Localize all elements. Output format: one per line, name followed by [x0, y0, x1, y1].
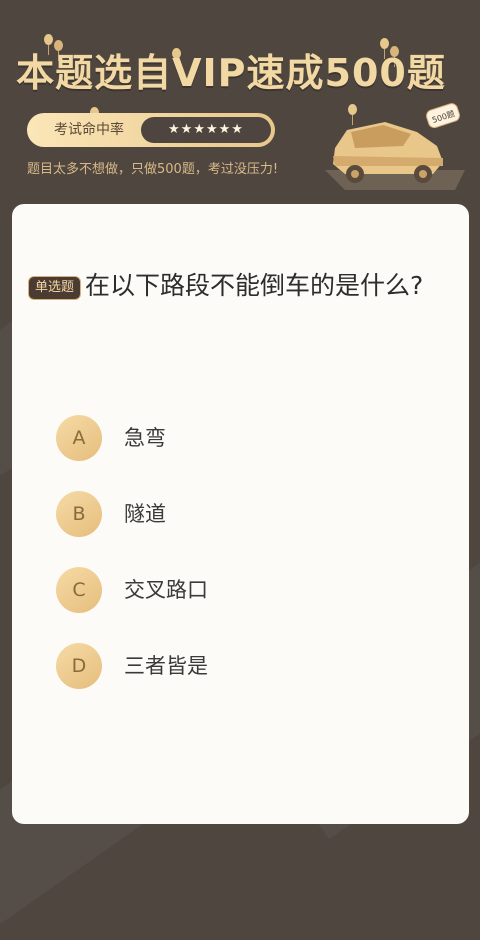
hit-rate-pill: 考试命中率 ★★★★★★ — [27, 113, 275, 147]
option-letter: B — [56, 491, 102, 537]
hit-rate-label: 考试命中率 — [54, 122, 124, 138]
question-type-badge: 单选题 — [28, 276, 82, 300]
option-c[interactable]: C 交叉路口 — [56, 567, 436, 613]
option-text: 交叉路口 — [124, 578, 208, 602]
question-card: 单选题 在以下路段不能倒车的是什么? A 急弯 B 隧道 C 交叉路口 D 三者皆… — [12, 204, 469, 824]
option-letter: C — [56, 567, 102, 613]
option-b[interactable]: B 隧道 — [56, 491, 436, 537]
option-d[interactable]: D 三者皆是 — [56, 643, 436, 689]
question-text: 在以下路段不能倒车的是什么? — [85, 271, 424, 300]
option-text: 隧道 — [124, 502, 166, 526]
option-a[interactable]: A 急弯 — [56, 415, 436, 461]
question-stem: 单选题 在以下路段不能倒车的是什么? — [28, 268, 458, 304]
banner-subtitle: 题目太多不想做，只做500题，考过没压力! — [27, 162, 279, 177]
star-rating: ★★★★★★ — [141, 117, 271, 143]
banner-title: 本题选自VIP速成500题 — [16, 51, 446, 95]
car-icon: 500题 — [325, 103, 465, 190]
option-text: 三者皆是 — [124, 654, 208, 678]
option-letter: A — [56, 415, 102, 461]
option-text: 急弯 — [124, 426, 166, 450]
option-letter: D — [56, 643, 102, 689]
vip-banner[interactable]: 本题选自VIP速成500题 考试命中率 ★★★★★★ 题目太多不想做，只做500… — [0, 0, 480, 220]
